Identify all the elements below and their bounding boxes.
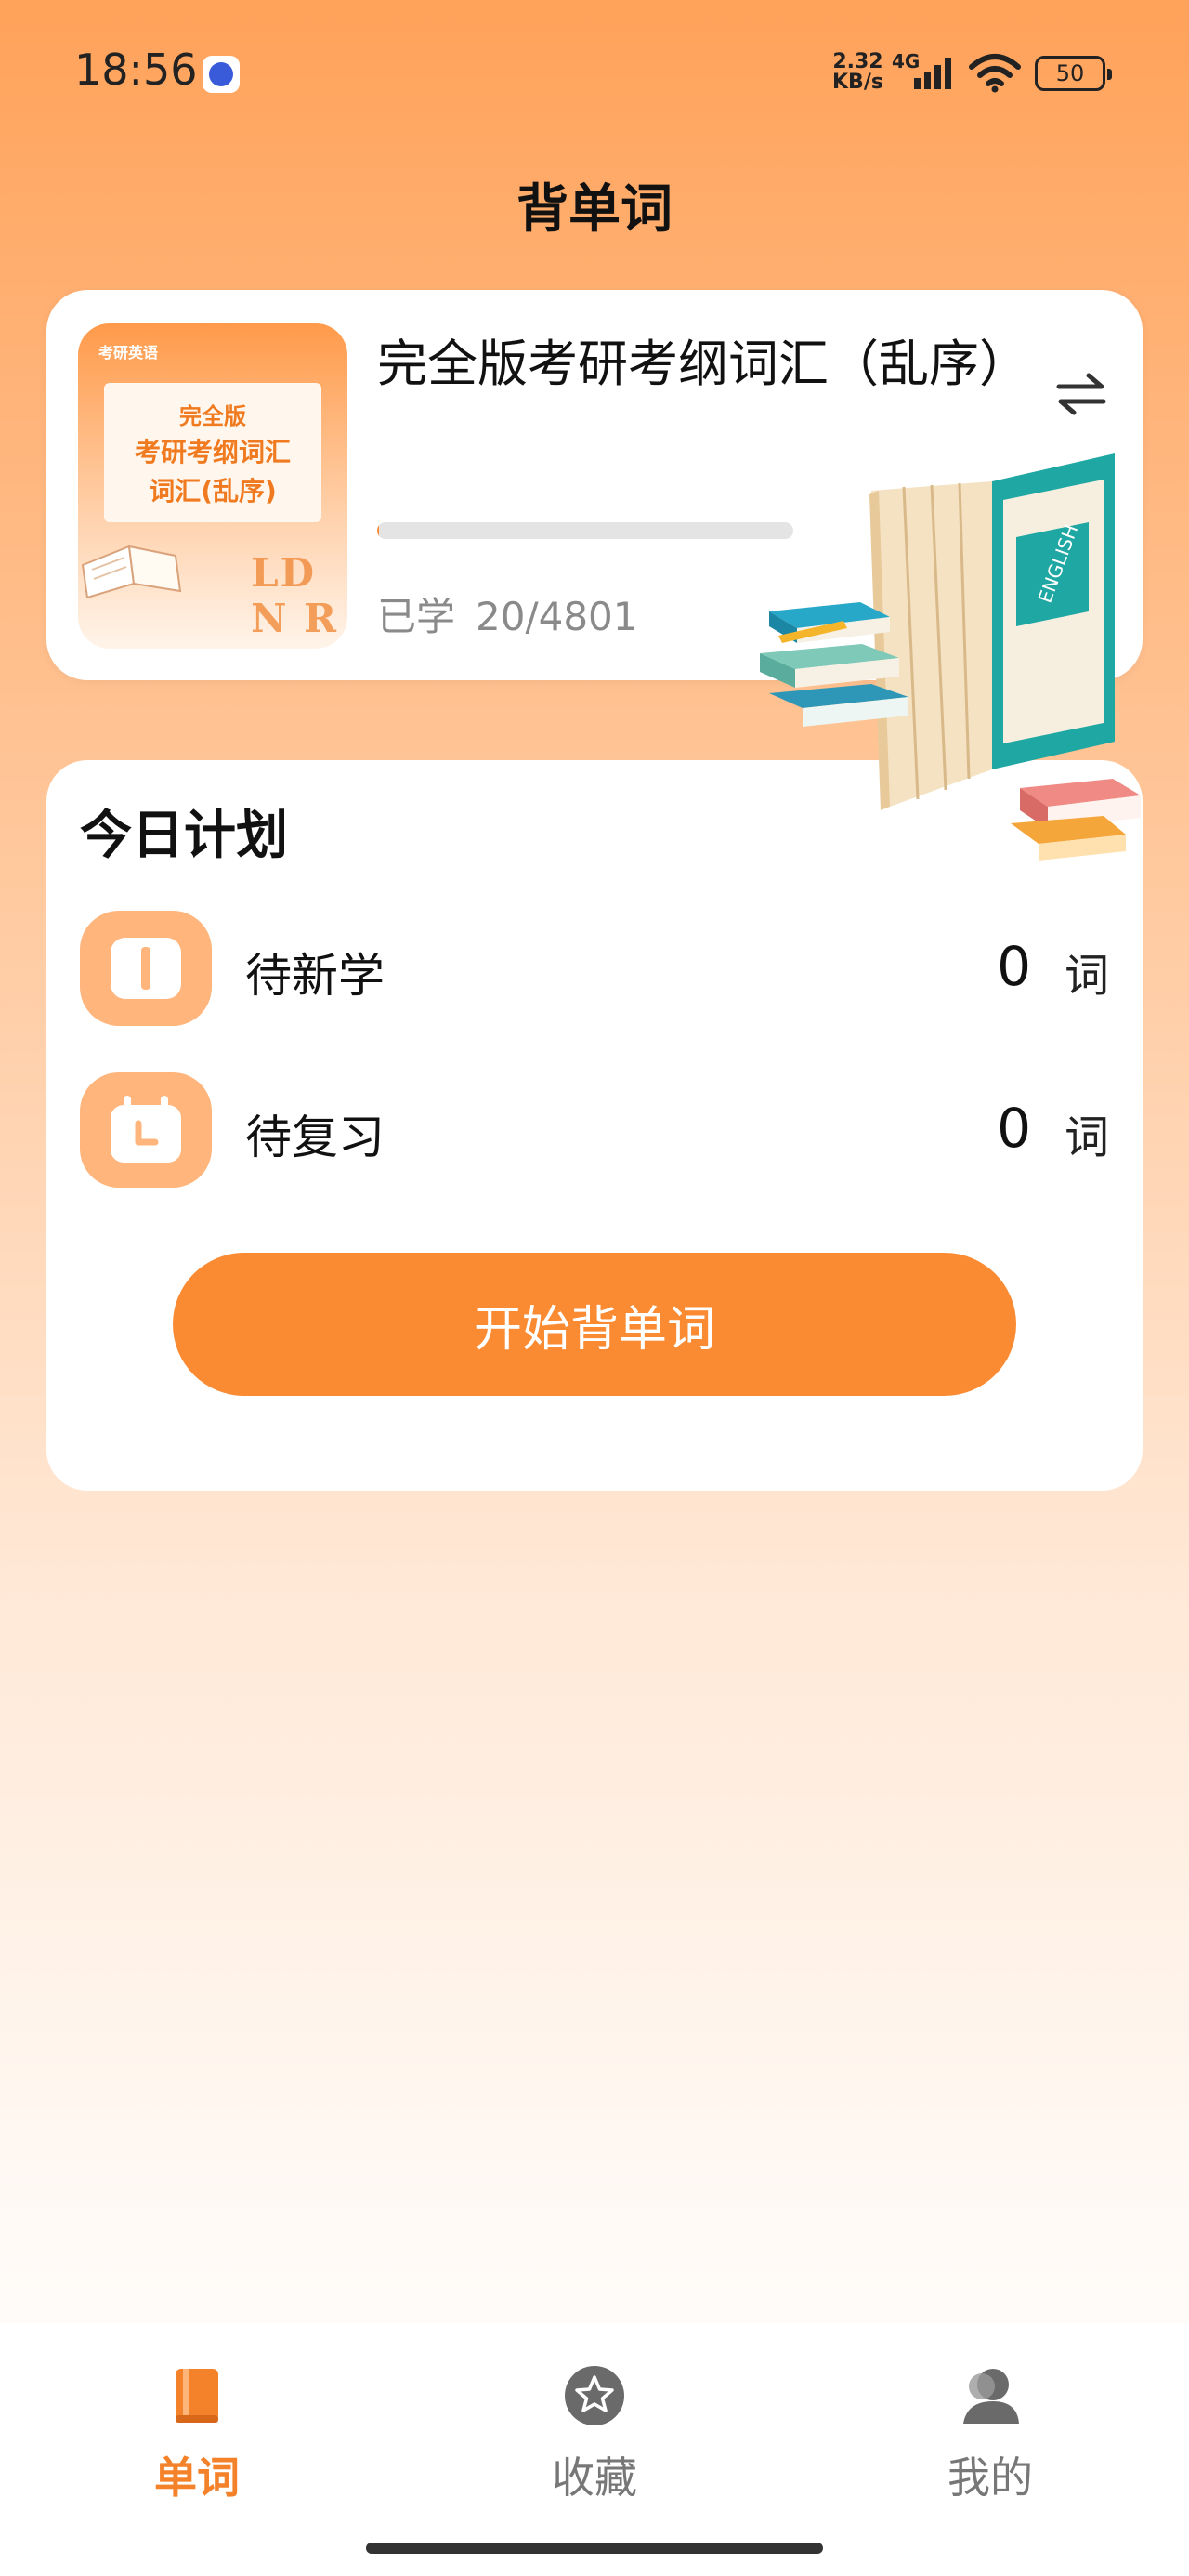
book-icon [176, 2369, 218, 2423]
switch-book-icon[interactable] [1055, 370, 1107, 418]
status-bar: 18:56 2.32 KB/s 4G 50 [0, 0, 1189, 149]
review-words-row: 待复习 0 词 [80, 1072, 1109, 1188]
new-words-row: 待新学 0 词 [80, 911, 1109, 1026]
cover-decorative-letters: LD N R [251, 550, 338, 641]
review-words-unit: 词 [1064, 1111, 1109, 1163]
signal-icon [914, 58, 951, 89]
notification-app-icon [203, 56, 240, 93]
star-icon [565, 2366, 624, 2425]
page-title: 背单词 [516, 179, 673, 240]
nav-item-profile[interactable]: 我的 [879, 2360, 1102, 2505]
status-time: 18:56 [74, 45, 198, 95]
new-words-label: 待新学 [245, 949, 385, 1003]
nav-label-words: 单词 [154, 2452, 240, 2503]
learning-progress-fill [377, 522, 379, 539]
nav-item-words[interactable]: 单词 [85, 2360, 308, 2505]
battery-icon: 50 [1035, 56, 1112, 91]
open-book-illustration [81, 545, 182, 599]
learned-label: 已学 [377, 594, 456, 639]
nav-item-favorites[interactable]: 收藏 [483, 2360, 706, 2505]
learned-count: 20/4801 [476, 594, 638, 639]
learning-progress-bar [377, 522, 793, 539]
open-book-icon [80, 911, 212, 1026]
cover-publisher: 考研英语 [98, 344, 159, 361]
start-learning-button[interactable]: 开始背单词 [173, 1253, 1016, 1396]
plan-title: 今日计划 [80, 806, 288, 866]
nav-label-favorites: 收藏 [552, 2452, 637, 2503]
cover-title-line1: 完全版 [179, 403, 246, 429]
nav-label-profile: 我的 [947, 2452, 1033, 2503]
review-words-label: 待复习 [245, 1111, 385, 1164]
home-indicator[interactable] [366, 2543, 823, 2554]
cover-paper: 完全版 考研考纲词汇 词汇(乱序) [104, 383, 321, 522]
new-words-count: 0 [997, 935, 1031, 998]
book-cover: 考研英语 完全版 考研考纲词汇 词汇(乱序) LD N R [78, 323, 347, 649]
new-words-unit: 词 [1064, 950, 1109, 1002]
user-icon [963, 2369, 1019, 2424]
review-words-count: 0 [997, 1097, 1031, 1160]
cover-title-line2: 考研考纲词汇 [134, 437, 291, 467]
bottom-nav: 单词 收藏 我的 [0, 2323, 1189, 2576]
calendar-icon [80, 1072, 212, 1188]
learned-stats: 已学 20/4801 [377, 585, 638, 642]
book-name: 完全版考研考纲词汇（乱序） [377, 335, 1029, 393]
network-speed: 2.32 KB/s [832, 50, 883, 94]
books-illustration: ENGLISH [760, 453, 1141, 861]
cover-title-line3: 词汇(乱序) [149, 476, 277, 506]
wifi-icon [969, 54, 1021, 93]
